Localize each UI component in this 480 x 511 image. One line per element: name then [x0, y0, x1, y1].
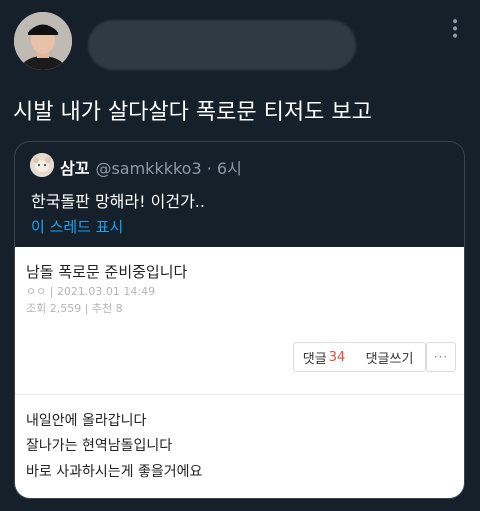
tweet-text: 시발 내가 살다살다 폭로문 티저도 보고 [13, 100, 372, 125]
author-avatar[interactable] [14, 12, 72, 70]
post-more-icon[interactable]: ··· [426, 342, 456, 372]
post-views-likes: 조회 2,559 | 추천 8 [26, 302, 123, 315]
quoted-tweet[interactable]: 삼꼬 @samkkkko3 · 6시 한국돌판 망해라! 이건가.. 이 스레드 … [14, 141, 465, 499]
show-thread-link[interactable]: 이 스레드 표시 [31, 216, 123, 237]
quoted-tweet-text: 한국돌판 망해라! 이건가.. [31, 192, 205, 211]
post-author-date: ㅇㅇ | 2021.03.01 14:49 [26, 285, 156, 298]
post-body-line: 바로 사과하시는게 좋을거에요 [26, 464, 203, 480]
quoted-author-line: 삼꼬 @samkkkko3 · 6시 [60, 155, 242, 179]
comments-button[interactable]: 댓글 34 [293, 342, 355, 372]
post-body-line: 내일안에 올라갑니다 [26, 413, 147, 429]
divider [15, 394, 464, 395]
quoted-author-name[interactable]: 삼꼬 [60, 159, 89, 178]
author-name-redacted [88, 20, 356, 70]
more-vertical-icon[interactable]: ••• [446, 17, 462, 39]
comments-count: 34 [328, 349, 346, 365]
quoted-handle-time: @samkkkko3 · 6시 [95, 159, 242, 178]
quoted-author-avatar [30, 153, 54, 177]
post-body-line: 잘나가는 현역남돌입니다 [26, 438, 173, 454]
post-title: 남돌 폭로문 준비중입니다 [26, 263, 188, 281]
forum-post-screenshot: 남돌 폭로문 준비중입니다 ㅇㅇ | 2021.03.01 14:49 조회 2… [15, 247, 464, 498]
write-comment-button[interactable]: 댓글쓰기 [354, 342, 426, 372]
comments-label: 댓글 [302, 351, 327, 367]
